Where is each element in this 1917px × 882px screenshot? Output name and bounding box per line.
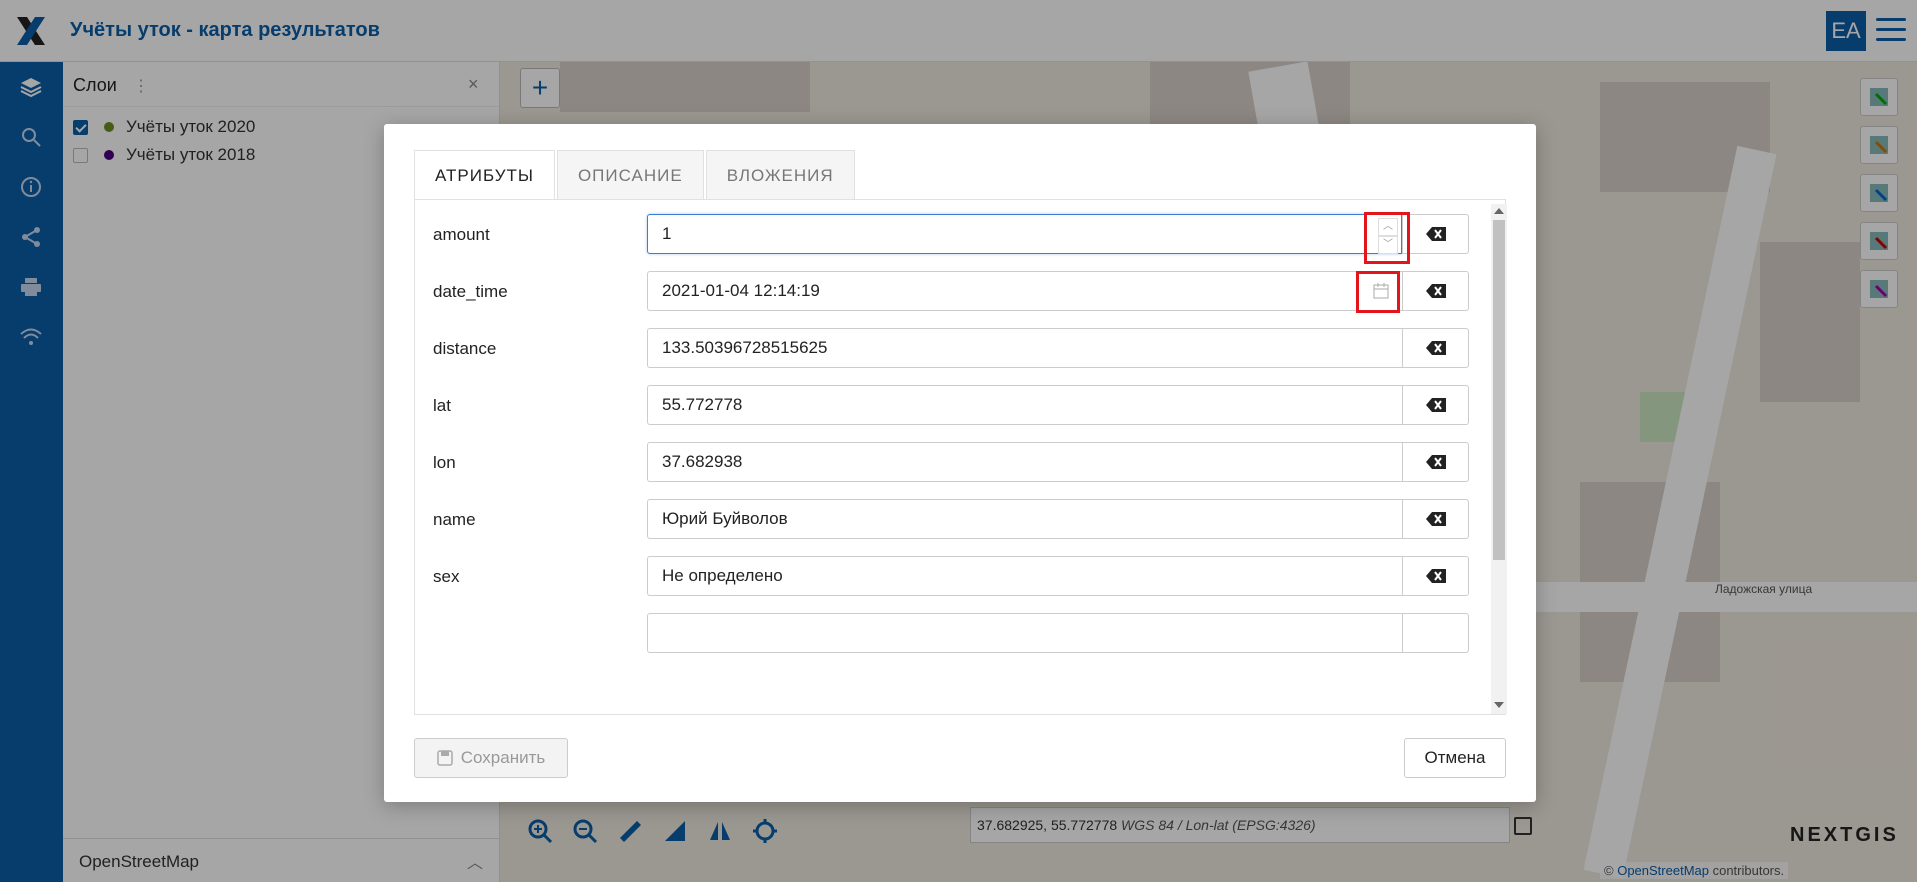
field-label: date_time — [433, 282, 508, 301]
form-row-sex: sex Не определено — [433, 556, 1473, 596]
scroll-down-icon[interactable] — [1494, 702, 1504, 708]
tab-attachments[interactable]: ВЛОЖЕНИЯ — [705, 150, 855, 200]
backspace-icon — [1425, 512, 1446, 526]
form-scrollbar[interactable] — [1491, 204, 1507, 714]
highlight-box-calendar — [1356, 271, 1400, 313]
save-button[interactable]: Сохранить — [414, 738, 568, 778]
field-label: lat — [433, 396, 451, 415]
clear-button[interactable] — [1402, 328, 1469, 368]
cancel-button[interactable]: Отмена — [1404, 738, 1506, 778]
clear-button[interactable] — [1402, 442, 1469, 482]
field-label: name — [433, 510, 476, 529]
amount-input[interactable]: 1 — [647, 214, 1402, 254]
backspace-icon — [1425, 284, 1446, 298]
scroll-up-icon[interactable] — [1494, 208, 1504, 214]
field-label: distance — [433, 339, 497, 358]
feature-edit-dialog: АТРИБУТЫ ОПИСАНИЕ ВЛОЖЕНИЯ amount 1 ︿ ﹀ … — [384, 124, 1536, 802]
form-row-lat: lat 55.772778 — [433, 385, 1473, 425]
clear-button[interactable] — [1402, 499, 1469, 539]
form-row-lon: lon 37.682938 — [433, 442, 1473, 482]
form-row-date-time: date_time 2021-01-04 12:14:19 — [433, 271, 1473, 311]
clear-button[interactable] — [1402, 613, 1469, 653]
dialog-tabs: АТРИБУТЫ ОПИСАНИЕ ВЛОЖЕНИЯ — [414, 150, 857, 200]
tab-attributes[interactable]: АТРИБУТЫ — [414, 150, 555, 200]
name-input[interactable]: Юрий Буйволов — [647, 499, 1402, 539]
distance-input[interactable]: 133.50396728515625 — [647, 328, 1402, 368]
field-label: sex — [433, 567, 460, 586]
backspace-icon — [1425, 227, 1446, 241]
form-row-amount: amount 1 ︿ ﹀ — [433, 214, 1473, 254]
clear-button[interactable] — [1402, 385, 1469, 425]
clear-button[interactable] — [1402, 556, 1469, 596]
backspace-icon — [1425, 398, 1446, 412]
form-row-next — [433, 613, 1473, 653]
form-row-name: name Юрий Буйволов — [433, 499, 1473, 539]
form-row-distance: distance 133.50396728515625 — [433, 328, 1473, 368]
divider — [414, 714, 1506, 715]
clear-button[interactable] — [1402, 271, 1469, 311]
clear-button[interactable] — [1402, 214, 1469, 254]
backspace-icon — [1425, 569, 1446, 583]
save-button-label: Сохранить — [460, 748, 546, 767]
date-time-input[interactable]: 2021-01-04 12:14:19 — [647, 271, 1402, 311]
backspace-icon — [1425, 455, 1446, 469]
lon-input[interactable]: 37.682938 — [647, 442, 1402, 482]
tab-description[interactable]: ОПИСАНИЕ — [556, 150, 704, 200]
field-label: lon — [433, 453, 456, 472]
lat-input[interactable]: 55.772778 — [647, 385, 1402, 425]
attributes-form: amount 1 ︿ ﹀ date_time 2021-01-04 12:14:… — [414, 200, 1506, 714]
backspace-icon — [1425, 341, 1446, 355]
next-field-input[interactable] — [647, 613, 1402, 653]
sex-input[interactable]: Не определено — [647, 556, 1402, 596]
field-label: amount — [433, 225, 490, 244]
highlight-box-stepper — [1364, 212, 1410, 264]
scroll-thumb[interactable] — [1493, 220, 1505, 560]
floppy-disk-icon — [437, 750, 453, 766]
